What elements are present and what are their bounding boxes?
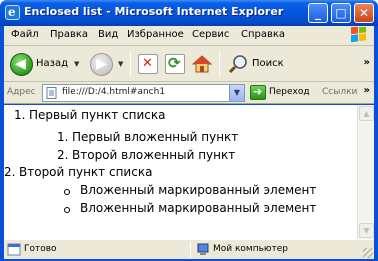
back-button[interactable]: ◀ — [10, 53, 33, 76]
menu-tools[interactable]: Сервис — [192, 29, 229, 40]
page-content: 1. Первый пункт списка 1. Первый вложенн… — [4, 105, 357, 239]
back-dropdown-icon[interactable]: ▼ — [74, 60, 79, 68]
home-icon[interactable] — [192, 54, 212, 74]
search-icon[interactable] — [228, 54, 248, 74]
menu-bar: Файл Правка Вид Избранное Сервис Справка — [4, 26, 374, 46]
status-bar: Готово Мой компьютер — [4, 239, 374, 259]
links-label[interactable]: Ссылки — [322, 87, 357, 97]
nested-list-item: Вложенный маркированный элемент — [80, 183, 317, 197]
minimize-button[interactable]: _ — [308, 3, 328, 23]
list-item-marker: 2. — [4, 165, 16, 179]
forward-button[interactable]: ▶ — [90, 53, 113, 76]
back-label[interactable]: Назад — [36, 58, 68, 69]
title-bar[interactable]: e Enclosed list - Microsoft Internet Exp… — [0, 0, 378, 26]
vertical-scrollbar[interactable]: ▲ ▼ — [357, 105, 374, 239]
address-dropdown-icon[interactable]: ▼ — [229, 85, 244, 101]
windows-flag-icon — [351, 27, 366, 43]
search-label[interactable]: Поиск — [252, 58, 284, 69]
nested-list-item-marker: 1. — [57, 130, 69, 144]
page-icon — [46, 87, 57, 99]
scroll-down-icon[interactable]: ▼ — [359, 223, 374, 238]
my-computer-icon — [197, 243, 209, 255]
ie-icon: e — [5, 5, 20, 20]
nested-list-item: Второй вложенный пункт — [72, 148, 236, 162]
address-bar: Адрес file:///D:/4.html#anch1 ▼ Переход … — [4, 82, 374, 104]
address-value[interactable]: file:///D:/4.html#anch1 — [62, 87, 165, 97]
go-icon[interactable] — [250, 85, 266, 100]
forward-arrow-icon: ▶ — [96, 56, 107, 72]
scroll-up-icon[interactable]: ▲ — [359, 106, 374, 121]
maximize-button[interactable]: □ — [331, 3, 351, 23]
menu-edit[interactable]: Правка — [50, 29, 88, 40]
browser-window: e Enclosed list - Microsoft Internet Exp… — [0, 0, 378, 261]
list-item: Второй пункт списка — [19, 165, 153, 179]
address-label: Адрес — [7, 87, 36, 97]
toolbar-more-icon[interactable]: » — [364, 57, 370, 68]
menu-favorites[interactable]: Избранное — [127, 29, 184, 40]
go-button[interactable]: Переход — [269, 87, 310, 97]
circle-bullet-icon — [64, 207, 70, 213]
resize-grip-icon[interactable] — [363, 248, 373, 258]
nested-list-item-marker: 2. — [57, 148, 69, 162]
status-text: Готово — [24, 244, 57, 254]
window-title: Enclosed list - Microsoft Internet Explo… — [24, 5, 284, 18]
menu-view[interactable]: Вид — [98, 29, 118, 40]
nested-list-item: Вложенный маркированный элемент — [80, 201, 317, 215]
close-button[interactable]: ✕ — [354, 3, 374, 23]
address-input[interactable]: file:///D:/4.html#anch1 ▼ — [42, 84, 245, 102]
nested-list-item: Первый вложенный пункт — [72, 130, 239, 144]
list-item-marker: 1. — [14, 108, 26, 122]
menu-help[interactable]: Справка — [241, 29, 285, 40]
refresh-icon[interactable] — [165, 54, 185, 74]
toolbar-separator — [130, 52, 131, 76]
links-more-icon[interactable]: » — [364, 85, 370, 96]
toolbar: ◀ Назад ▼ ▶ ▼ Поиск » — [4, 46, 374, 82]
forward-dropdown-icon[interactable]: ▼ — [118, 60, 123, 68]
stop-icon[interactable] — [138, 54, 158, 74]
security-zone: Мой компьютер — [213, 244, 288, 254]
list-item: Первый пункт списка — [29, 108, 166, 122]
circle-bullet-icon — [64, 189, 70, 195]
status-separator — [190, 242, 191, 258]
menu-file[interactable]: Файл — [11, 29, 39, 40]
toolbar-separator — [219, 52, 220, 76]
page-status-icon — [7, 243, 21, 256]
back-arrow-icon: ◀ — [15, 56, 26, 72]
